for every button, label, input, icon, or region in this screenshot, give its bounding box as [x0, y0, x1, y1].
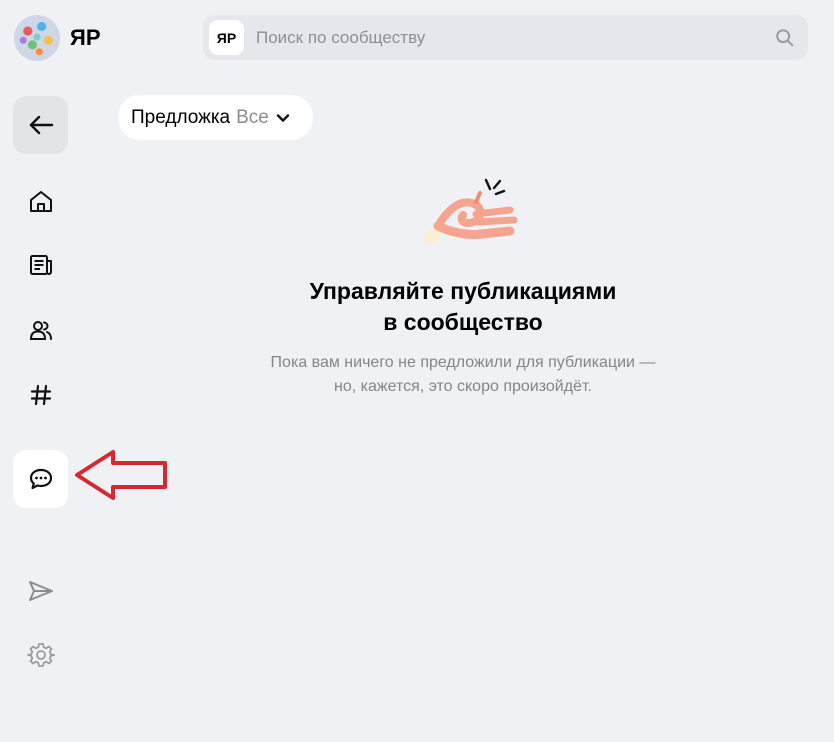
sidebar-item-tags[interactable] — [13, 366, 68, 424]
community-logo[interactable]: ЯР — [14, 15, 101, 61]
hash-icon — [30, 384, 51, 406]
empty-state-title-line: в сообщество — [383, 309, 543, 335]
arrow-left-icon — [29, 115, 53, 135]
people-icon — [29, 321, 52, 340]
ok-hand-icon — [424, 178, 518, 244]
community-name[interactable]: ЯР — [70, 25, 101, 51]
search-bar[interactable]: ЯР — [203, 15, 808, 60]
newspaper-icon — [29, 255, 52, 275]
home-icon — [29, 191, 52, 212]
empty-state-title: Управляйте публикациями в сообщество — [253, 276, 673, 338]
paper-plane-icon — [28, 581, 53, 601]
back-button[interactable] — [13, 96, 68, 154]
search-icon[interactable] — [774, 27, 796, 49]
chat-bubble-icon — [29, 468, 52, 490]
sidebar-item-feed[interactable] — [13, 236, 68, 294]
empty-state-text-line: но, кажется, это скоро произойдёт. — [334, 378, 592, 395]
filter-label: Предложка — [131, 106, 231, 128]
community-avatar[interactable] — [14, 15, 60, 61]
empty-state-description: Пока вам ничего не предложили для публик… — [233, 351, 693, 399]
empty-state-text-line: Пока вам ничего не предложили для публик… — [270, 354, 656, 371]
annotation-arrow — [75, 450, 167, 500]
gear-icon — [26, 643, 55, 667]
sidebar-item-home[interactable] — [13, 172, 68, 230]
filter-value: Все — [236, 106, 269, 128]
chevron-down-icon — [276, 113, 290, 122]
sidebar-item-members[interactable] — [13, 301, 68, 359]
search-scope-badge[interactable]: ЯР — [209, 20, 244, 55]
sidebar-item-send[interactable] — [13, 562, 68, 620]
sidebar-item-settings[interactable] — [13, 626, 68, 684]
empty-state-title-line: Управляйте публикациями — [309, 278, 617, 304]
search-input[interactable] — [244, 15, 774, 60]
filter-dropdown[interactable]: Предложка Все — [118, 95, 313, 140]
sidebar-item-suggestions[interactable] — [13, 450, 68, 508]
